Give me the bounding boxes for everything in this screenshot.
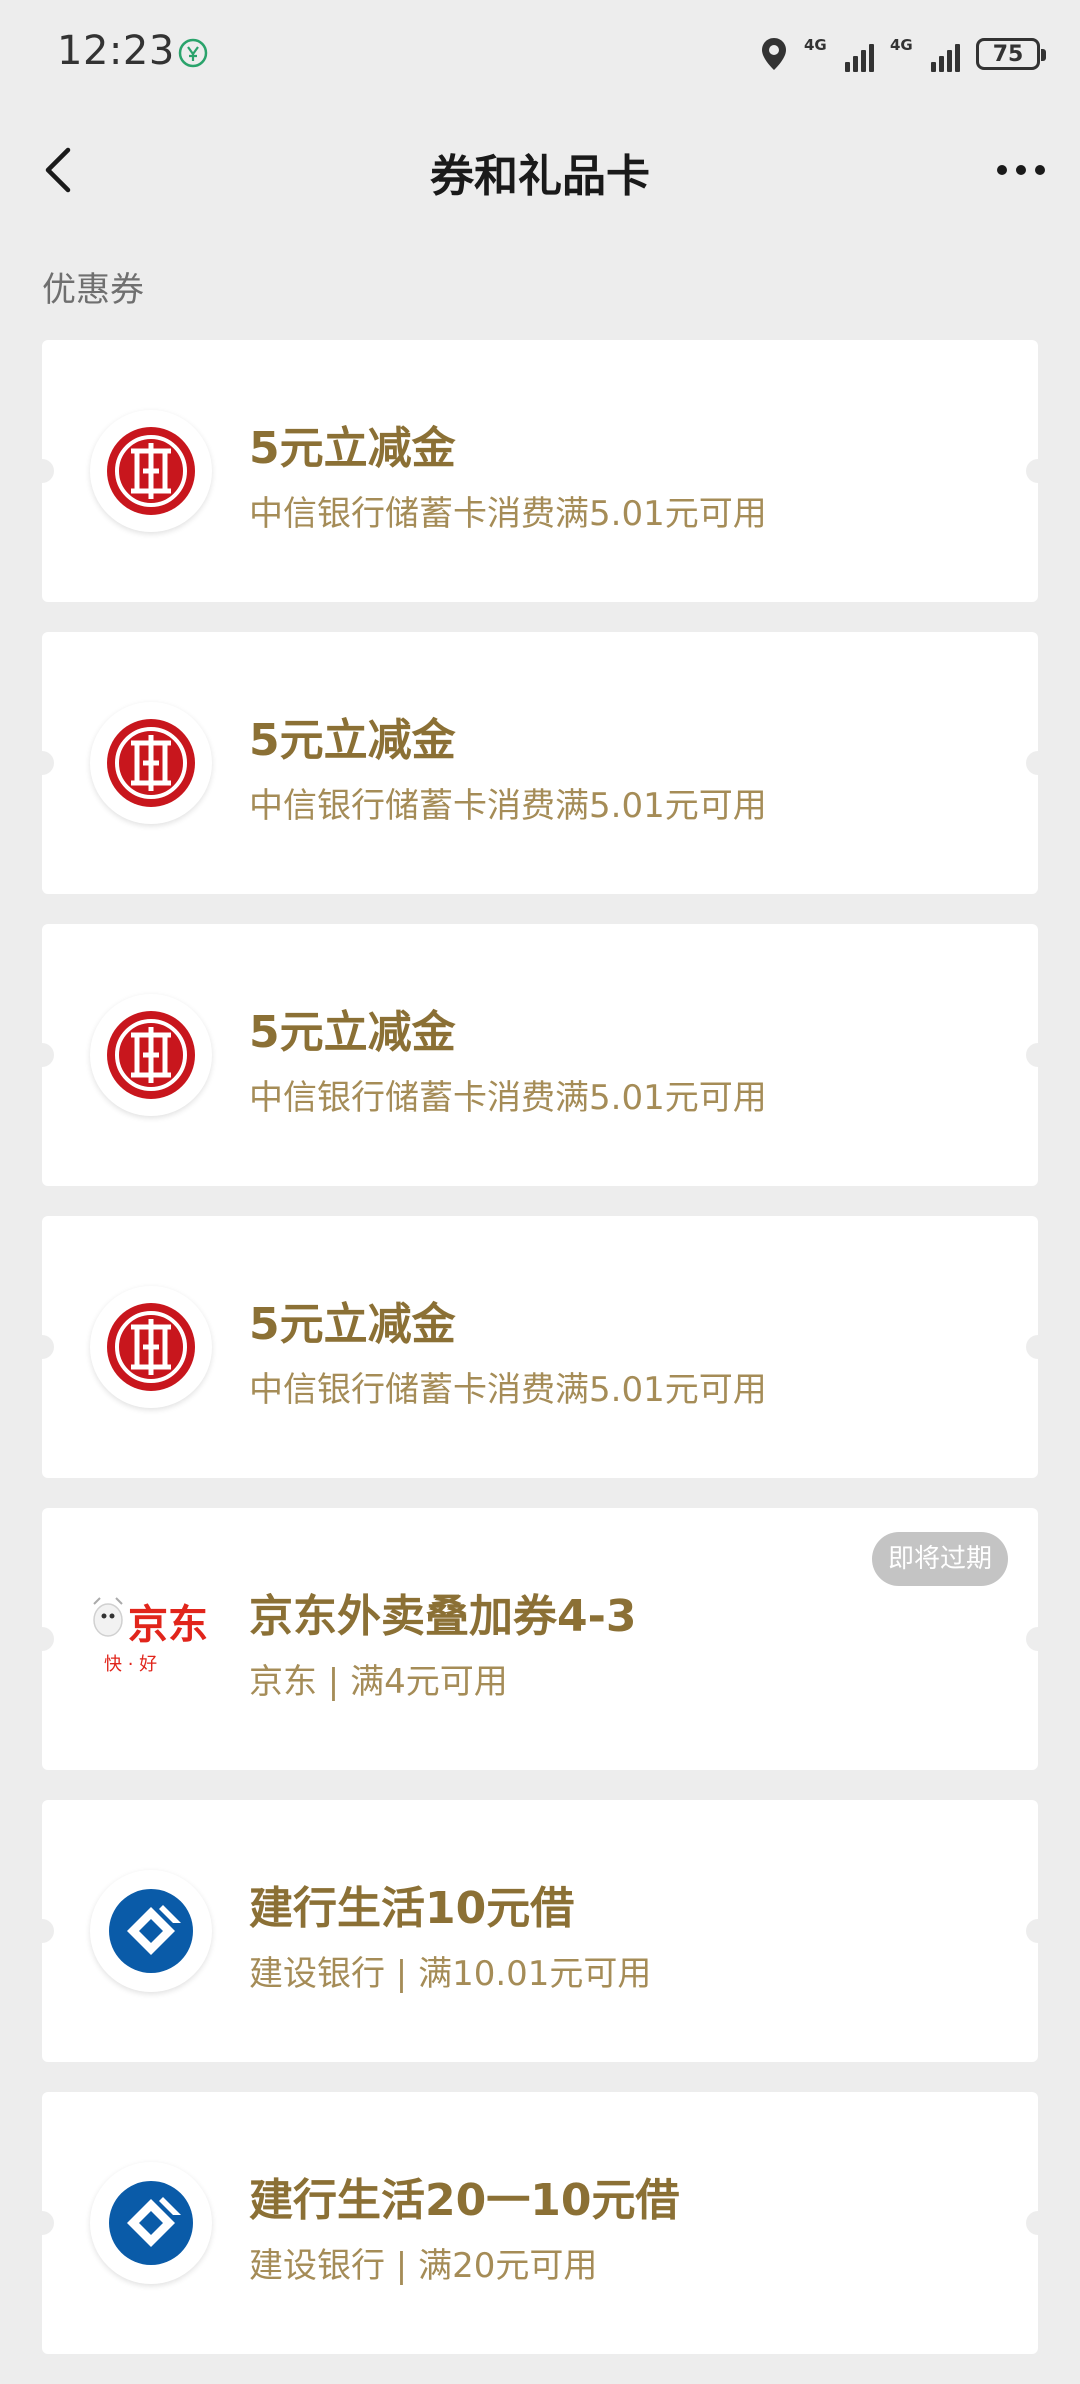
status-time: 12:23: [57, 28, 175, 74]
card-notch: [30, 1919, 54, 1943]
coupon-title: 京东外卖叠加券4-3: [249, 1591, 637, 1642]
expiring-badge: 即将过期: [871, 1532, 1008, 1586]
page-title: 券和礼品卡: [430, 151, 650, 202]
coupon-desc: 京东 | 满4元可用: [249, 1662, 508, 1702]
coupon-desc: 中信银行储蓄卡消费满5.01元可用: [249, 1370, 767, 1410]
network-type-label: 4G: [804, 36, 827, 54]
section-label-coupons: 优惠券: [42, 270, 144, 310]
jd-logo: 京东 快 · 好: [82, 1580, 222, 1700]
card-notch: [30, 751, 54, 775]
coupon-title: 建行生活20一10元借: [249, 2175, 680, 2226]
card-notch: [1026, 751, 1050, 775]
ccb-logo: [90, 2162, 212, 2284]
location-icon: [762, 38, 786, 70]
coupon-card[interactable]: 5元立减金 中信银行储蓄卡消费满5.01元可用: [30, 1216, 1050, 1478]
card-notch: [30, 1335, 54, 1359]
citic-bank-logo: [90, 410, 212, 532]
coupon-card[interactable]: 京东 快 · 好 京东外卖叠加券4-3 京东 | 满4元可用 即将过期: [30, 1508, 1050, 1770]
jd-logo-subtext: 快 · 好: [104, 1654, 157, 1675]
coupon-desc: 中信银行储蓄卡消费满5.01元可用: [249, 494, 767, 534]
app-notification-icon: [178, 38, 208, 68]
status-icons: 4G 4G 75: [760, 32, 1046, 76]
card-notch: [1026, 1919, 1050, 1943]
battery-icon: 75: [976, 38, 1046, 70]
card-notch: [30, 1043, 54, 1067]
coupon-desc: 中信银行储蓄卡消费满5.01元可用: [249, 1078, 767, 1118]
card-notch: [30, 2211, 54, 2235]
coupon-title: 5元立减金: [249, 1007, 456, 1058]
citic-bank-logo: [90, 702, 212, 824]
card-notch: [1026, 1335, 1050, 1359]
signal-icon: 4G: [804, 36, 874, 72]
signal-icon: 4G: [890, 36, 960, 72]
more-dots-icon[interactable]: [986, 140, 1056, 200]
coupon-card[interactable]: 建行生活10元借 建设银行 | 满10.01元可用: [30, 1800, 1050, 2062]
jd-logo-text: 京东: [128, 1602, 208, 1648]
coupon-title: 建行生活10元借: [249, 1883, 575, 1934]
citic-bank-logo: [90, 1286, 212, 1408]
card-notch: [30, 459, 54, 483]
coupon-title: 5元立减金: [249, 715, 456, 766]
coupon-title: 5元立减金: [249, 1299, 456, 1350]
card-notch: [1026, 1043, 1050, 1067]
citic-bank-logo: [90, 994, 212, 1116]
card-notch: [1026, 2211, 1050, 2235]
card-notch: [1026, 459, 1050, 483]
coupon-desc: 建设银行 | 满20元可用: [249, 2246, 598, 2286]
coupon-desc: 中信银行储蓄卡消费满5.01元可用: [249, 786, 767, 826]
coupon-card[interactable]: 5元立减金 中信银行储蓄卡消费满5.01元可用: [30, 924, 1050, 1186]
coupon-list: 5元立减金 中信银行储蓄卡消费满5.01元可用 5元立减金 中信银行储蓄卡消费满…: [30, 340, 1050, 2384]
nav-bar: 券和礼品卡: [0, 110, 1080, 230]
network-type-label: 4G: [890, 36, 913, 54]
battery-level: 75: [992, 41, 1024, 67]
coupon-card[interactable]: 5元立减金 中信银行储蓄卡消费满5.01元可用: [30, 340, 1050, 602]
ccb-logo: [90, 1870, 212, 1992]
card-notch: [30, 1627, 54, 1651]
coupon-desc: 建设银行 | 满10.01元可用: [249, 1954, 652, 1994]
status-bar: 12:23 4G 4G 75: [0, 0, 1080, 110]
coupon-card[interactable]: 5元立减金 中信银行储蓄卡消费满5.01元可用: [30, 632, 1050, 894]
coupon-card[interactable]: 建行生活20一10元借 建设银行 | 满20元可用: [30, 2092, 1050, 2354]
coupon-title: 5元立减金: [249, 423, 456, 474]
card-notch: [1026, 1627, 1050, 1651]
